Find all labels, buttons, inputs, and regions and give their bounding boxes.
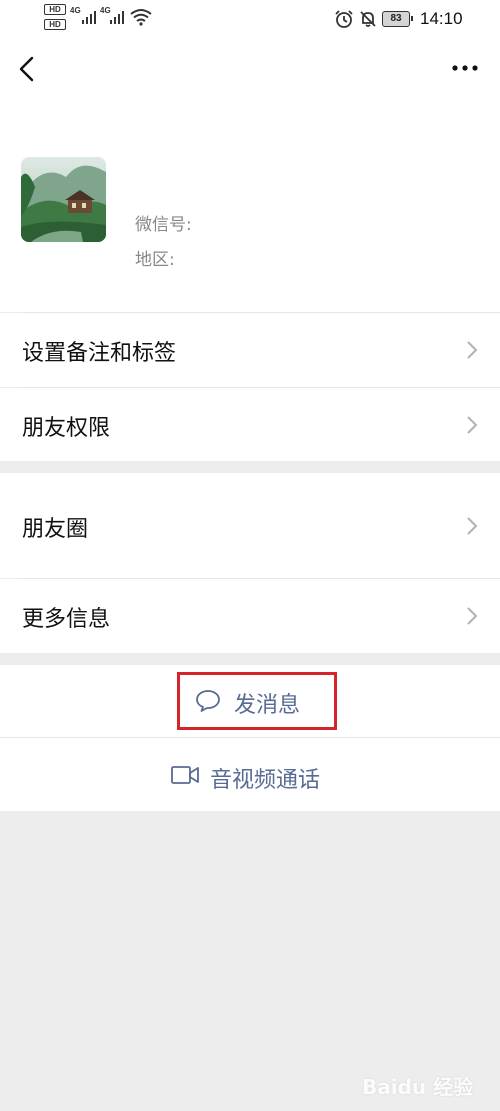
alarm-icon xyxy=(335,10,353,28)
chevron-right-icon xyxy=(467,517,478,535)
bell-muted-icon xyxy=(360,11,376,27)
profile-header: 微信号: 地区: xyxy=(0,40,500,312)
row-label: 朋友圈 xyxy=(22,517,89,542)
wechat-id-label: 微信号: xyxy=(135,215,192,235)
battery-indicator: 83 xyxy=(382,11,413,27)
status-right: 83 14:10 xyxy=(330,0,500,40)
baidu-watermark: Baidu 经验 xyxy=(362,1065,482,1103)
hd-badge-1: HD xyxy=(44,4,66,15)
network-type-1: 4G xyxy=(70,6,81,15)
chevron-right-icon xyxy=(467,341,478,359)
row-label: 设置备注和标签 xyxy=(22,341,177,366)
more-info-row[interactable]: 更多信息 xyxy=(0,579,500,653)
status-bar: HD HD 4G 4G 83 14:10 xyxy=(0,0,500,40)
video-call-button[interactable]: 音视频通话 xyxy=(0,738,500,811)
moments-row[interactable]: 朋友圈 xyxy=(0,473,500,578)
signal-bars-icon xyxy=(82,10,98,24)
more-dots-icon[interactable] xyxy=(450,56,480,80)
friend-permissions-row[interactable]: 朋友权限 xyxy=(0,388,500,461)
chevron-right-icon xyxy=(467,416,478,434)
wifi-icon xyxy=(130,9,152,26)
set-remark-tags-row[interactable]: 设置备注和标签 xyxy=(0,313,500,387)
chevron-right-icon xyxy=(467,607,478,625)
hd-badge-2: HD xyxy=(44,19,66,30)
video-call-label: 音视频通话 xyxy=(210,768,321,793)
signal-bars-icon xyxy=(110,10,126,24)
row-label: 更多信息 xyxy=(22,607,111,632)
video-camera-icon xyxy=(171,766,199,784)
watermark-text: Baidu 经验 xyxy=(362,1075,474,1099)
highlight-box xyxy=(177,672,337,730)
back-icon[interactable] xyxy=(12,52,42,86)
clock: 14:10 xyxy=(420,9,463,28)
row-label: 朋友权限 xyxy=(22,416,111,441)
region-label: 地区: xyxy=(135,250,175,270)
avatar[interactable] xyxy=(21,157,106,242)
signal-area: HD HD 4G 4G xyxy=(44,4,164,34)
